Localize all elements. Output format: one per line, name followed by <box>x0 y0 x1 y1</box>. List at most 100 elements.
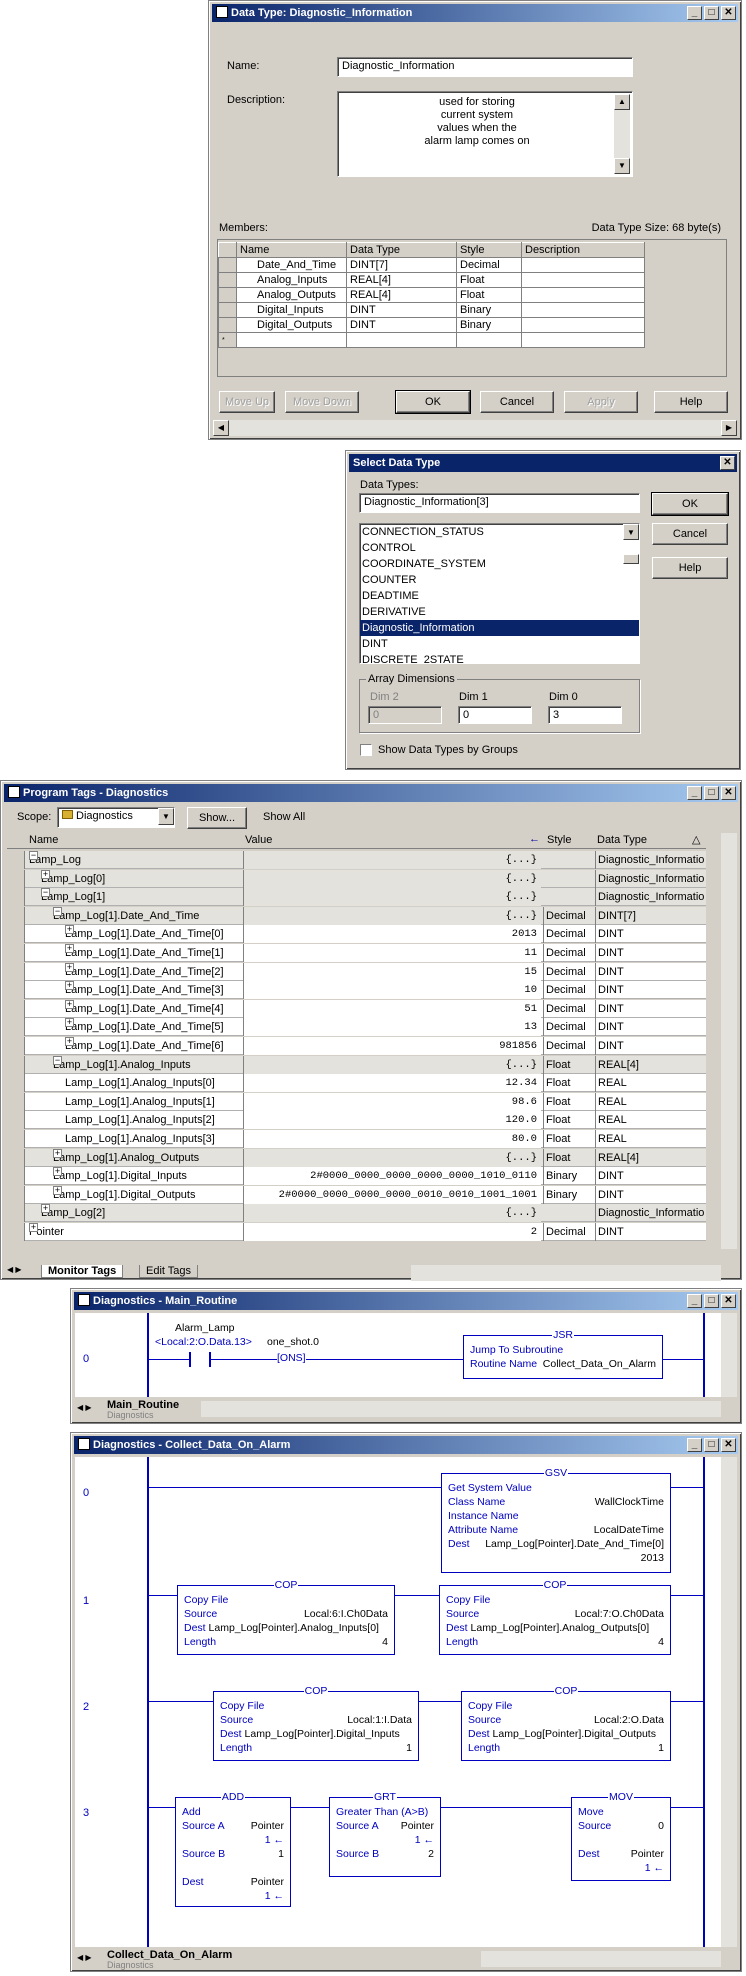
tag-name[interactable]: + Lamp_Log[0] <box>41 869 239 888</box>
tag-data-type[interactable]: REAL[4] <box>595 1148 705 1167</box>
list-item[interactable]: DERIVATIVE <box>360 604 639 620</box>
cancel-button[interactable]: Cancel <box>652 523 728 545</box>
tag-value[interactable]: {...} <box>243 1204 541 1223</box>
expand-icon[interactable]: + <box>65 999 74 1009</box>
help-button[interactable]: Help <box>652 557 728 579</box>
tag-row[interactable]: + Lamp_Log[1].Date_And_Time[2] 15 Decimal DI… <box>7 962 706 981</box>
expand-icon[interactable]: + <box>65 1037 74 1046</box>
row-selector[interactable] <box>7 962 25 981</box>
tag-row[interactable]: Lamp_Log[1].Analog_Inputs[3] 80.0 Float REA… <box>7 1130 706 1148</box>
member-desc[interactable] <box>521 317 645 333</box>
tag-style[interactable]: Decimal <box>543 1037 593 1055</box>
tag-value[interactable]: 2 <box>243 1223 541 1241</box>
gsv-attribute-value[interactable]: LocalDateTime <box>594 1524 664 1537</box>
tag-row[interactable]: + Lamp_Log[2] {...} Diagnostic_Information <box>7 1204 706 1223</box>
tag-row[interactable]: Lamp_Log[1].Analog_Inputs[0] 12.34 Float RE… <box>7 1074 706 1093</box>
collapse-icon[interactable]: − <box>53 906 62 916</box>
jsr-routine-name[interactable]: Collect_Data_On_Alarm <box>543 1358 656 1371</box>
new-member-row[interactable]: * <box>218 332 645 348</box>
tab-nav-icon[interactable]: ◀ ▶ <box>7 1265 22 1274</box>
tag-style[interactable]: Float <box>543 1074 593 1093</box>
main-vscroll[interactable] <box>721 1313 737 1397</box>
member-style[interactable]: Decimal <box>456 257 522 273</box>
tag-data-type[interactable]: DINT <box>595 1167 705 1186</box>
tag-value[interactable]: {...} <box>243 1148 541 1167</box>
tag-name[interactable]: − Lamp_Log[1].Analog_Inputs <box>53 1055 239 1074</box>
tag-value[interactable]: 15 <box>243 962 541 981</box>
expand-icon[interactable]: + <box>53 1167 62 1177</box>
tag-row[interactable]: + Lamp_Log[1].Date_And_Time[1] 11 Decimal DI… <box>7 944 706 962</box>
tag-style[interactable]: Float <box>543 1148 593 1167</box>
row-selector[interactable] <box>7 999 25 1018</box>
tag-value[interactable]: 80.0 <box>243 1130 541 1148</box>
tag-data-type[interactable]: REAL <box>595 1111 705 1130</box>
list-scrollbar[interactable]: ▲ ▼ <box>623 524 639 564</box>
minimize-button[interactable]: _ <box>687 1294 702 1308</box>
tag-row[interactable]: − Lamp_Log[1].Date_And_Time {...} Decimal DI… <box>7 906 706 925</box>
cancel-button[interactable]: Cancel <box>480 391 554 413</box>
tag-row[interactable]: + Lamp_Log[1].Date_And_Time[5] 13 Decimal DI… <box>7 1018 706 1037</box>
gsv-instruction[interactable]: GSV Get System Value Class Name WallClock… <box>441 1467 671 1573</box>
list-item[interactable]: DEADTIME <box>360 588 639 604</box>
tag-name[interactable]: Lamp_Log[1].Analog_Inputs[0] <box>65 1074 239 1092</box>
tag-row[interactable]: + Lamp_Log[1].Date_And_Time[4] 51 Decimal DI… <box>7 999 706 1018</box>
row-selector[interactable] <box>7 1167 25 1186</box>
tag-row[interactable]: + Lamp_Log[1].Analog_Outputs {...} Float REA… <box>7 1148 706 1167</box>
expand-icon[interactable]: + <box>41 869 50 879</box>
list-item[interactable]: CONTROL <box>360 540 639 556</box>
header-value[interactable]: Value <box>245 834 272 846</box>
ons-instruction[interactable]: [ONS] <box>277 1352 306 1364</box>
header-style[interactable]: Style <box>547 834 571 846</box>
new-member-name[interactable] <box>236 332 347 348</box>
tag-name[interactable]: + Lamp_Log[1].Date_And_Time[5] <box>65 1018 239 1036</box>
row-selector[interactable] <box>7 1148 25 1167</box>
tag-data-type[interactable]: REAL <box>595 1092 705 1111</box>
row-selector[interactable] <box>7 944 25 962</box>
tag-row[interactable]: −Lamp_Log{...} Diagnostic_Information[3] <box>7 851 706 869</box>
tag-style[interactable]: Binary <box>543 1167 593 1186</box>
main-hscroll[interactable] <box>201 1401 721 1417</box>
tag-name[interactable]: + Lamp_Log[1].Date_And_Time[1] <box>65 944 239 962</box>
tag-name[interactable]: + Lamp_Log[1].Date_And_Time[0] <box>65 925 239 943</box>
xic-contact-icon[interactable] <box>189 1352 211 1367</box>
row-selector[interactable] <box>7 1092 25 1111</box>
tag-name[interactable]: Lamp_Log[1].Analog_Inputs[3] <box>65 1130 239 1148</box>
maximize-button[interactable]: □ <box>704 6 719 20</box>
tag-style[interactable]: Decimal <box>543 1223 593 1241</box>
member-name[interactable]: Digital_Inputs <box>236 302 347 318</box>
cop-instruction[interactable]: COP Copy File Source Local:1:I.Data Dest … <box>213 1685 419 1761</box>
tag-name[interactable]: − Lamp_Log[1] <box>41 888 239 906</box>
list-item[interactable]: COORDINATE_SYSTEM <box>360 556 639 572</box>
tag-value[interactable]: {...} <box>243 869 541 888</box>
list-item-selected[interactable]: Diagnostic_Information <box>360 620 639 636</box>
col-description[interactable]: Description <box>521 242 645 258</box>
tag-name[interactable]: + Lamp_Log[1].Date_And_Time[6] <box>65 1037 239 1055</box>
tag-row[interactable]: − Lamp_Log[1].Analog_Inputs {...} Float REAL… <box>7 1055 706 1074</box>
move-down-button[interactable]: Move Down <box>285 391 359 413</box>
tab-nav-icon[interactable]: ◀ ▶ <box>77 1953 92 1962</box>
scroll-up-icon[interactable]: ▲ <box>614 94 630 110</box>
description-input[interactable]: used for storing current system values w… <box>337 91 633 177</box>
tag-value[interactable]: 51 <box>243 999 541 1018</box>
tag-data-type[interactable]: Diagnostic_Information <box>595 869 705 888</box>
row-selector[interactable] <box>7 869 25 888</box>
tag-name[interactable]: Lamp_Log[1].Analog_Inputs[1] <box>65 1093 239 1111</box>
scroll-down-icon[interactable]: ▼ <box>614 158 630 174</box>
tag-style[interactable]: Decimal <box>543 906 593 925</box>
data-types-list[interactable]: CONNECTION_STATUS CONTROL COORDINATE_SYS… <box>359 523 640 664</box>
expand-icon[interactable]: + <box>65 962 74 972</box>
tag-data-type[interactable]: DINT <box>595 944 705 962</box>
tag-data-type[interactable]: Diagnostic_Information[3] <box>595 851 705 869</box>
tag-data-type[interactable]: DINT[7] <box>595 906 705 925</box>
tag-data-type[interactable]: DINT <box>595 925 705 944</box>
tag-value[interactable]: {...} <box>243 1055 541 1074</box>
member-row[interactable]: Digital_Inputs DINT Binary <box>218 302 645 318</box>
row-selector[interactable] <box>218 257 237 273</box>
collect-hscroll[interactable] <box>481 1951 721 1967</box>
tag-value[interactable]: 10 <box>243 981 541 1000</box>
tag-data-type[interactable]: DINT <box>595 1223 705 1241</box>
scroll-left-icon[interactable]: ◀ <box>213 420 229 436</box>
row-selector[interactable] <box>7 906 25 925</box>
maximize-button[interactable]: □ <box>704 786 719 800</box>
member-name[interactable]: Digital_Outputs <box>236 317 347 333</box>
